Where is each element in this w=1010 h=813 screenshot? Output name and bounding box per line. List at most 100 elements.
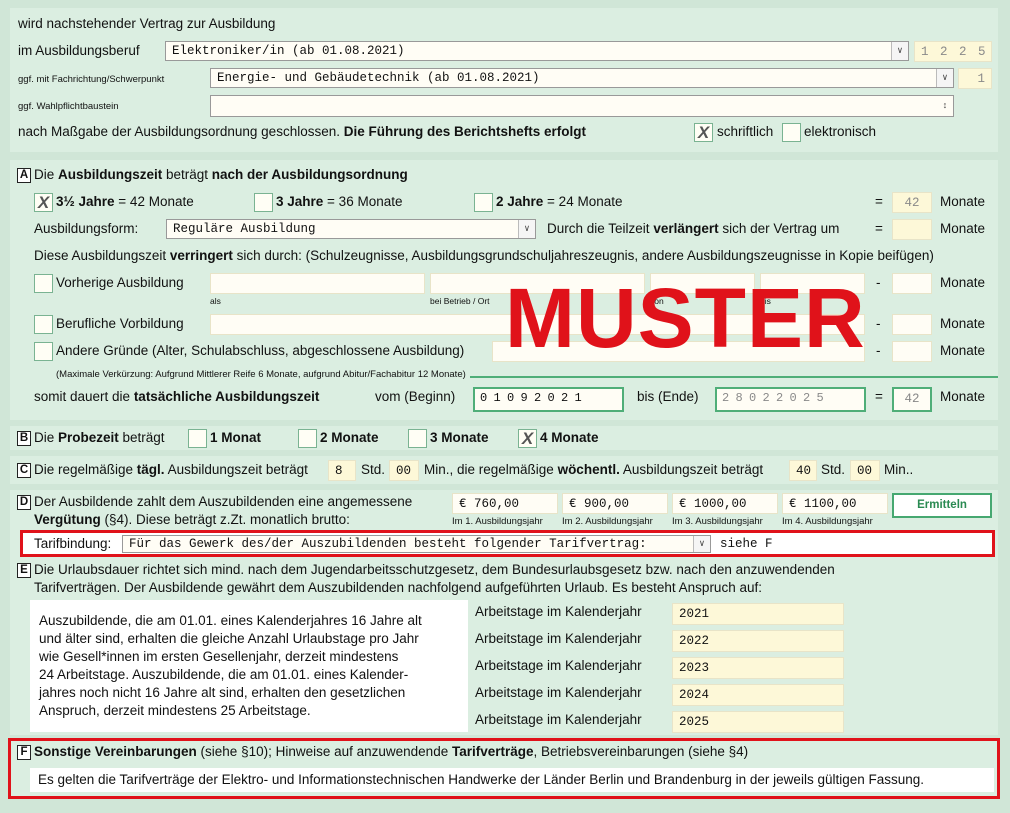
vorherige-checkbox[interactable]	[34, 274, 53, 293]
intro-text: wird nachstehender Vertrag zur Ausbildun…	[18, 16, 276, 31]
ermitteln-button[interactable]: Ermitteln	[892, 493, 992, 518]
monate-label: Monate	[940, 389, 986, 404]
pay-year-1-caption: Im 1. Ausbildungsjahr	[452, 516, 543, 527]
ausbildungsform-label: Ausbildungsform:	[34, 221, 139, 236]
urlaub-year-5-input[interactable]: 2025	[672, 711, 844, 733]
ausbildungsform-value: Reguläre Ausbildung	[173, 222, 316, 236]
sonstige-text: Es gelten die Tarifverträge der Elektro-…	[38, 772, 925, 787]
elektronisch-checkbox[interactable]	[782, 123, 801, 142]
woechentl-text: Min., die regelmäßige wöchentl. Ausbildu…	[424, 462, 764, 477]
dauer-text: somit dauert die tatsächliche Ausbildung…	[34, 389, 320, 404]
opt-3-jahre-checkbox[interactable]	[254, 193, 273, 212]
weekly-min-input[interactable]: 00	[850, 460, 880, 481]
section-f-letter: F	[17, 745, 31, 760]
als-caption: als	[210, 296, 221, 306]
monate-label: Monate	[940, 221, 986, 236]
teilzeit-text: Durch die Teilzeit verlängert sich der V…	[547, 221, 840, 236]
pay-year-1-input[interactable]: € 760,00	[452, 493, 558, 514]
andere-checkbox[interactable]	[34, 342, 53, 361]
probezeit-2-checkbox[interactable]	[298, 429, 317, 448]
urlaub-para-3: wie Gesell*innen im ersten Gesellenjahr,…	[39, 649, 399, 664]
eq-sign: =	[875, 194, 883, 209]
vorherige-label: Vorherige Ausbildung	[56, 275, 184, 290]
vom-label: vom (Beginn)	[375, 389, 456, 404]
schriftlich-checkbox[interactable]: X	[694, 123, 713, 142]
probezeit-1-checkbox[interactable]	[188, 429, 207, 448]
arbeitstage-label-2: Arbeitstage im Kalenderjahr	[475, 631, 642, 646]
tarif-select[interactable]: Für das Gewerk des/der Auszubildenden be…	[122, 535, 711, 553]
monate-label: Monate	[940, 275, 986, 290]
urlaub-year-4-input[interactable]: 2024	[672, 684, 844, 706]
ende-date-input[interactable]: 28022025	[715, 387, 866, 412]
months-total: 42	[892, 192, 932, 213]
urlaub-para-2: und älter sind, erhalten die gleiche Anz…	[39, 631, 419, 646]
fachrichtung-label: ggf. mit Fachrichtung/Schwerpunkt	[18, 74, 165, 85]
fachrichtung-code: 1	[958, 68, 992, 89]
fachrichtung-select[interactable]: Energie- und Gebäudetechnik (ab 01.08.20…	[210, 68, 954, 88]
tarif-value: Für das Gewerk des/der Auszubildenden be…	[129, 537, 647, 551]
opt-3-5-jahre-checkbox[interactable]: X	[34, 193, 53, 212]
fachrichtung-value: Energie- und Gebäudetechnik (ab 01.08.20…	[217, 71, 540, 85]
eq-sign: =	[875, 221, 883, 236]
opt-2-jahre-checkbox[interactable]	[474, 193, 493, 212]
pay-year-2-input[interactable]: € 900,00	[562, 493, 668, 514]
urlaub-year-3-input[interactable]: 2023	[672, 657, 844, 679]
probezeit-text: Die Probezeit beträgt	[34, 430, 165, 445]
opt-2-jahre-label: 2 Jahre = 24 Monate	[496, 194, 623, 209]
vorherige-als-input[interactable]	[210, 273, 425, 294]
monate-label: Monate	[940, 316, 986, 331]
verguetung-line1: Der Ausbildende zahlt dem Auszubildenden…	[34, 494, 413, 509]
beruf-value: Elektroniker/in (ab 01.08.2021)	[172, 44, 405, 58]
urlaub-year-1-input[interactable]: 2021	[672, 603, 844, 625]
arbeitstage-label-3: Arbeitstage im Kalenderjahr	[475, 658, 642, 673]
beginn-date-input[interactable]: 01092021	[473, 387, 624, 412]
urlaub-para-6: Anspruch, derzeit mindestens 25 Arbeitst…	[39, 703, 311, 718]
pay-year-3-input[interactable]: € 1000,00	[672, 493, 778, 514]
section-e-letter: E	[17, 563, 31, 578]
pay-year-4-input[interactable]: € 1100,00	[782, 493, 888, 514]
beruf-select[interactable]: Elektroniker/in (ab 01.08.2021) ∨	[165, 41, 909, 61]
ausbildungsform-select[interactable]: Reguläre Ausbildung ∨	[166, 219, 536, 239]
berufliche-checkbox[interactable]	[34, 315, 53, 334]
dauer-months: 42	[892, 387, 932, 412]
section-a-title: Die Ausbildungszeit beträgt nach der Aus…	[34, 167, 408, 182]
vorherige-months-input[interactable]	[892, 273, 932, 294]
urlaub-line1: Die Urlaubsdauer richtet sich mind. nach…	[34, 562, 835, 577]
urlaub-para-5: jahres noch nicht 16 Jahre alt sind, erh…	[39, 685, 406, 700]
urlaub-line2: Tarifverträgen. Der Ausbildende gewährt …	[34, 580, 762, 595]
wahlpflicht-select[interactable]: ↕	[210, 95, 954, 117]
daily-min-input[interactable]: 00	[389, 460, 419, 481]
berufliche-label: Berufliche Vorbildung	[56, 316, 184, 331]
elektronisch-label: elektronisch	[804, 124, 877, 139]
massgabe-line: nach Maßgabe der Ausbildungsordnung gesc…	[18, 124, 587, 139]
weekly-hours-input[interactable]: 40	[789, 460, 817, 481]
updown-icon: ↕	[942, 101, 948, 111]
std-label: Std.	[361, 462, 386, 477]
verringert-text: Diese Ausbildungszeit verringert sich du…	[34, 248, 934, 263]
muster-watermark: MUSTER	[505, 271, 866, 365]
urlaub-year-2-input[interactable]: 2022	[672, 630, 844, 652]
beruf-label: im Ausbildungsberuf	[18, 43, 140, 58]
probezeit-3-checkbox[interactable]	[408, 429, 427, 448]
teilzeit-months-input[interactable]	[892, 219, 932, 240]
max-verkuerzung-note: (Maximale Verkürzung: Aufgrund Mittlerer…	[56, 369, 466, 380]
andere-months-input[interactable]	[892, 341, 932, 362]
arbeitstage-label-4: Arbeitstage im Kalenderjahr	[475, 685, 642, 700]
arbeitstage-label-1: Arbeitstage im Kalenderjahr	[475, 604, 642, 619]
monate-label: Monate	[940, 194, 986, 209]
bis-ende-label: bis (Ende)	[637, 389, 699, 404]
probezeit-4-checkbox[interactable]: X	[518, 429, 537, 448]
beruf-code: 1 2 2 5 7	[914, 41, 992, 62]
verguetung-line2: Vergütung (§4). Diese beträgt z.Zt. mona…	[34, 512, 350, 527]
section-d-letter: D	[17, 495, 31, 510]
andere-label: Andere Gründe (Alter, Schulabschluss, ab…	[56, 343, 465, 358]
berufliche-months-input[interactable]	[892, 314, 932, 335]
probezeit-3-label: 3 Monate	[430, 430, 489, 445]
section-a-letter: A	[17, 168, 31, 183]
daily-hours-input[interactable]: 8	[328, 460, 356, 481]
chevron-down-icon: ∨	[693, 536, 710, 552]
chevron-down-icon: ∨	[891, 42, 908, 60]
std-label: Std.	[821, 462, 846, 477]
tarif-extra-input[interactable]: siehe F	[720, 535, 773, 553]
monate-label: Monate	[940, 343, 986, 358]
